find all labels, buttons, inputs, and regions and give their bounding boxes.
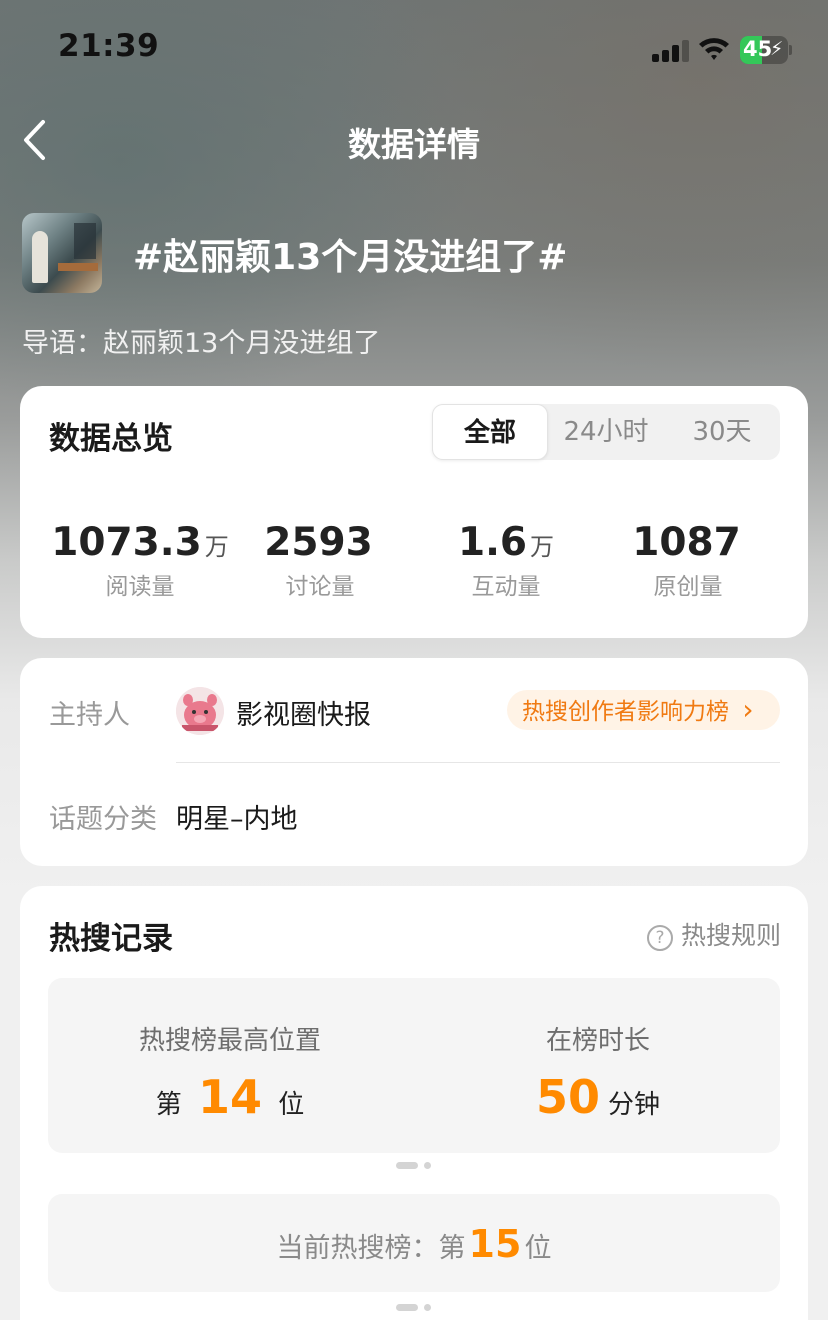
battery-level-text: 45 [743,37,773,61]
stat-interactions: 1.6 万 互动量 [414,520,598,601]
rank-link-label: 热搜创作者影响力榜 [522,699,729,725]
duration-number: 50 [535,1070,600,1124]
current-rank-prefix: 第 [438,1233,466,1264]
current-rank-number: 15 [468,1222,522,1266]
charging-bolt-icon: ⚡ [770,38,784,60]
hot-search-rules-link[interactable]: ? 热搜规则 [647,916,781,952]
stat-discussions: 2593 讨论量 [228,520,412,601]
topic-intro-label: 导语： [22,328,103,359]
stat-unit: 万 [530,533,555,561]
peak-suffix: 位 [278,1090,305,1120]
tab-all[interactable]: 全部 [432,404,548,460]
stat-value: 1.6 [457,520,528,565]
page-title: 数据详情 [348,125,480,164]
stat-originals: 1087 原创量 [596,520,780,601]
topic-thumbnail [22,213,102,293]
status-time: 21:39 [58,28,160,64]
stat-value: 2593 [264,520,373,565]
duration-value: 50 分钟 [416,1070,780,1124]
host-label: 主持人 [49,700,130,731]
battery-icon: 45 ⚡ [740,36,792,64]
chevron-right-icon: › [742,693,754,726]
topic-intro: 导语：赵丽颖13个月没进组了 [22,321,380,360]
stat-value: 1087 [632,520,741,565]
overview-title: 数据总览 [49,421,173,457]
category-value: 明星–内地 [176,804,298,835]
stat-label: 阅读量 [105,574,175,600]
wifi-icon [697,34,731,62]
pagination-dots [396,1304,436,1312]
divider [176,762,780,763]
current-rank-label: 当前热搜榜： [276,1233,439,1264]
duration-unit: 分钟 [608,1090,661,1120]
creator-influence-rank-link[interactable]: 热搜创作者影响力榜 › [507,690,780,730]
host-avatar[interactable] [176,687,224,735]
pig-avatar-icon [176,687,224,735]
stat-value: 1073.3 [51,520,202,565]
host-name[interactable]: 影视圈快报 [236,693,371,732]
peak-position-label: 热搜榜最高位置 [138,1026,321,1056]
current-rank: 当前热搜榜：第15 位 [48,1222,780,1266]
category-label: 话题分类 [49,804,157,835]
question-icon: ? [647,925,673,951]
current-rank-suffix: 位 [524,1233,552,1264]
stat-label: 互动量 [471,574,541,600]
peak-number: 14 [197,1070,262,1124]
pagination-dots [396,1162,436,1170]
time-range-tabs: 全部 24小时 30天 [432,404,780,460]
tab-30d[interactable]: 30天 [664,404,780,460]
peak-prefix: 第 [155,1090,182,1120]
hot-search-title: 热搜记录 [49,921,173,957]
tab-24h[interactable]: 24小时 [548,404,664,460]
topic-title: #赵丽颖13个月没进组了# [133,237,568,278]
peak-position-value: 第 14 位 [48,1070,412,1124]
rules-label: 热搜规则 [681,921,782,950]
stat-reads: 1073.3 万 阅读量 [48,520,232,601]
topic-intro-text: 赵丽颖13个月没进组了 [103,328,381,359]
duration-label: 在榜时长 [545,1026,650,1056]
hot-search-stats-panel[interactable] [48,978,780,1153]
stat-label: 讨论量 [285,574,355,600]
cellular-signal-icon [652,40,690,62]
stat-unit: 万 [204,533,229,561]
stat-label: 原创量 [653,574,723,600]
